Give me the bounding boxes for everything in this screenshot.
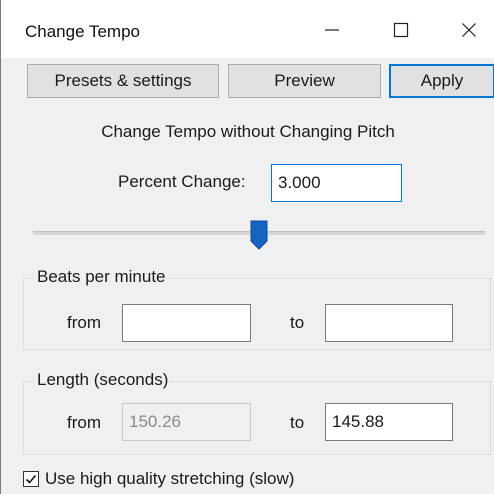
close-icon — [462, 23, 476, 37]
maximize-icon — [393, 22, 409, 38]
length-to-label: to — [290, 413, 305, 432]
apply-button[interactable]: Apply — [389, 64, 494, 98]
close-button[interactable] — [446, 10, 492, 50]
preview-button[interactable]: Preview — [228, 64, 381, 98]
change-tempo-dialog: Change Tempo Presets & settings Preview … — [0, 0, 494, 494]
bpm-to-input[interactable] — [325, 304, 453, 342]
bpm-group-title: Beats per minute — [35, 267, 168, 287]
bpm-from-input[interactable] — [122, 304, 251, 342]
high-quality-checkbox-row[interactable]: Use high quality stretching (slow) — [23, 469, 294, 489]
maximize-button[interactable] — [378, 10, 424, 50]
length-to-input[interactable] — [325, 403, 453, 441]
bpm-from-label: from — [67, 313, 101, 332]
tempo-slider-thumb[interactable] — [250, 220, 268, 250]
length-group-title: Length (seconds) — [35, 370, 171, 390]
title-bar[interactable]: Change Tempo — [1, 0, 494, 58]
high-quality-checkbox[interactable] — [23, 471, 39, 487]
high-quality-label: Use high quality stretching (slow) — [45, 469, 295, 488]
slider-thumb-icon — [250, 220, 268, 250]
percent-change-input[interactable] — [271, 164, 402, 202]
effect-heading: Change Tempo without Changing Pitch — [101, 122, 395, 141]
length-from-label: from — [67, 413, 101, 432]
minimize-icon — [325, 29, 339, 31]
bpm-to-label: to — [290, 313, 305, 332]
checkmark-icon — [25, 474, 37, 484]
presets-settings-button[interactable]: Presets & settings — [27, 64, 219, 98]
length-from-input — [122, 403, 251, 441]
window-title: Change Tempo — [25, 22, 140, 41]
minimize-button[interactable] — [309, 10, 355, 50]
percent-change-label: Percent Change: — [118, 172, 246, 191]
